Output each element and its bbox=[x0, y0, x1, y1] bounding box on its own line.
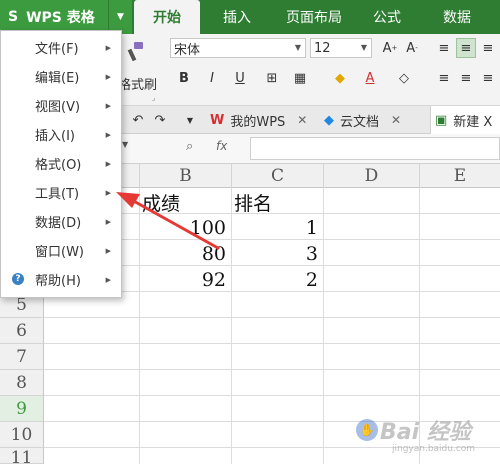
paw-logo-icon: ✋ bbox=[356, 419, 378, 441]
annotation-arrow bbox=[116, 192, 220, 250]
baidu-watermark: ✋ Bai 经验 bbox=[356, 414, 471, 446]
watermark-url: jingyan.baidu.com bbox=[392, 444, 476, 454]
